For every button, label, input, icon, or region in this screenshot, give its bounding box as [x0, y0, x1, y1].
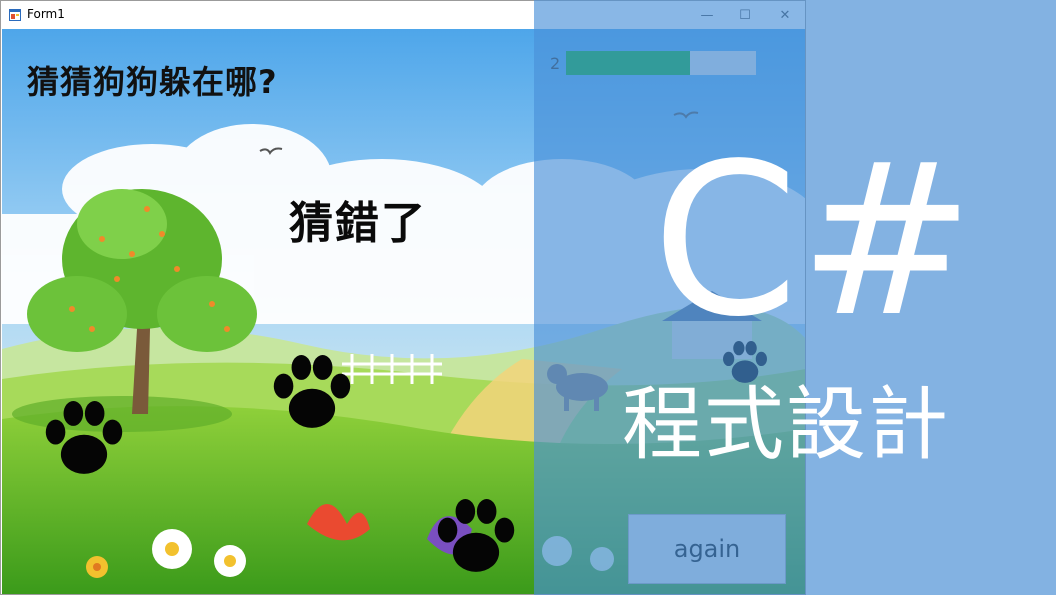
paw-icon[interactable] [266, 355, 358, 435]
overlay-subheading: 程式設計 [622, 378, 950, 471]
paw-icon[interactable] [430, 499, 522, 579]
app-form-icon [9, 9, 21, 21]
game-title: 猜猜狗狗躲在哪? [27, 63, 278, 101]
result-label: 猜錯了 [289, 198, 427, 249]
paw-icon[interactable] [38, 401, 130, 481]
overlay-heading: C# [652, 118, 975, 363]
window-title: Form1 [27, 7, 65, 21]
screenshot-stage: Form1 — ☐ ✕ [0, 0, 1056, 595]
